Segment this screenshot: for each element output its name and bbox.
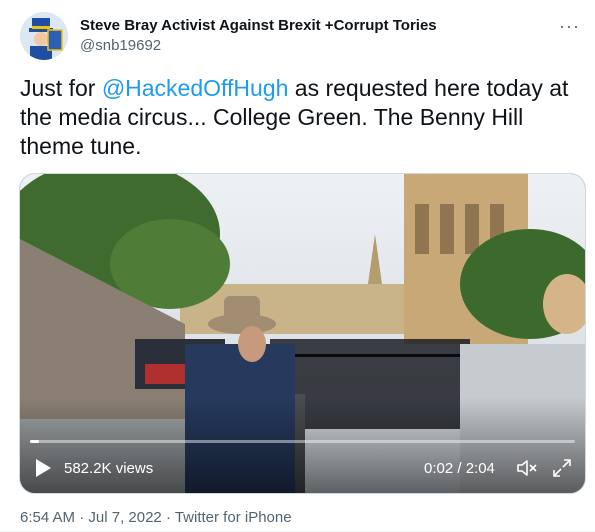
tweet-text-start: Just for (20, 75, 102, 101)
tweet-client[interactable]: Twitter for iPhone (175, 509, 292, 526)
tweet-text: Just for @HackedOffHugh as requested her… (20, 74, 580, 161)
tweet-meta: 6:54 AM · Jul 7, 2022 · Twitter for iPho… (20, 509, 292, 526)
more-options-icon[interactable]: ··· (559, 16, 580, 37)
display-name[interactable]: Steve Bray Activist Against Brexit +Corr… (80, 16, 437, 36)
video-progress-bar[interactable] (30, 440, 575, 443)
avatar[interactable] (20, 12, 68, 60)
meta-separator: · (161, 509, 175, 526)
tweet-date[interactable]: Jul 7, 2022 (88, 509, 161, 526)
mention-link[interactable]: @HackedOffHugh (102, 75, 289, 101)
tweet-time[interactable]: 6:54 AM (20, 509, 75, 526)
video-progress-fill (30, 440, 39, 443)
view-count: 582.2K views (64, 460, 154, 477)
video-player[interactable]: 582.2K views 0:02 / 2:04 (19, 173, 586, 494)
fullscreen-icon[interactable] (552, 458, 572, 478)
author-names: Steve Bray Activist Against Brexit +Corr… (80, 16, 437, 56)
volume-icon[interactable] (516, 458, 538, 478)
meta-separator: · (75, 509, 89, 526)
handle[interactable]: @snb19692 (80, 36, 437, 56)
video-time: 0:02 / 2:04 (424, 460, 495, 477)
tweet-header: Steve Bray Activist Against Brexit +Corr… (20, 10, 580, 60)
video-frame (20, 174, 585, 493)
play-icon[interactable] (34, 458, 52, 478)
